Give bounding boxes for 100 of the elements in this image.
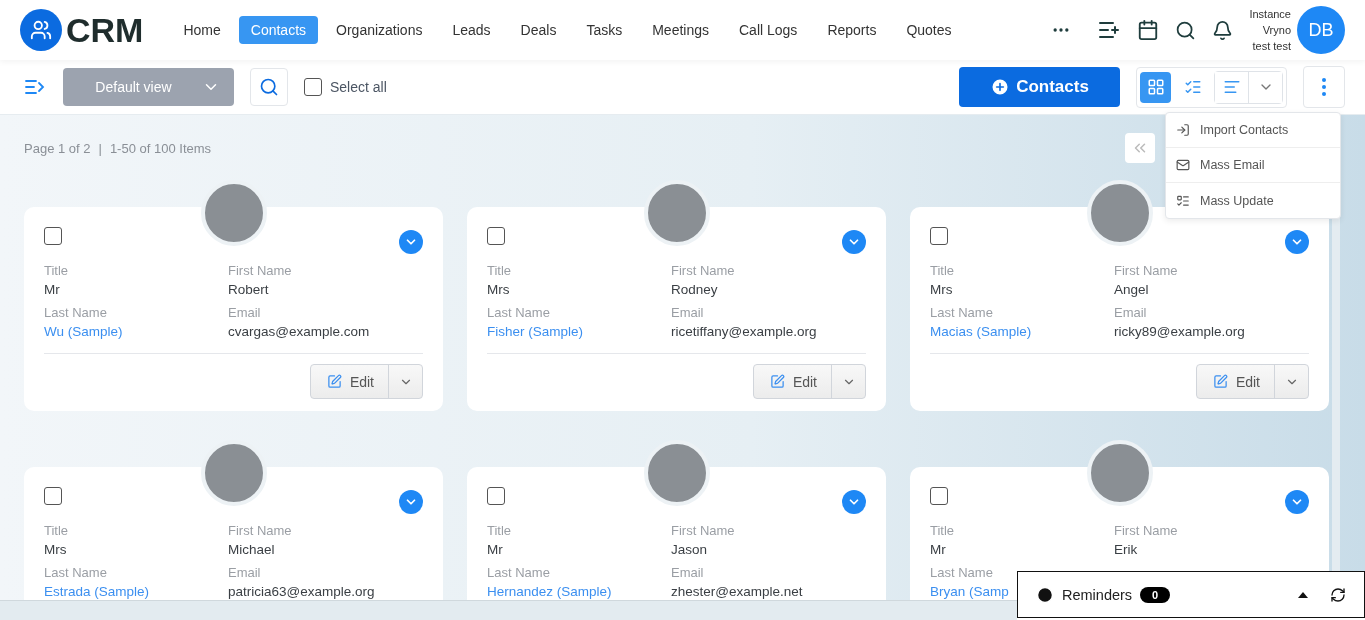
sidebar-toggle-icon[interactable] (24, 78, 46, 96)
menu-item-label: Mass Email (1200, 158, 1265, 172)
edit-icon (326, 374, 342, 389)
nav-tab[interactable]: Quotes (894, 16, 964, 44)
search-icon (259, 77, 279, 97)
more-options-button[interactable] (1303, 66, 1345, 108)
field-label: Email (228, 305, 261, 320)
users-icon (30, 19, 52, 41)
add-contact-button[interactable]: Contacts (959, 67, 1120, 107)
user-avatar[interactable]: DB (1297, 6, 1345, 54)
field-label: Last Name (930, 565, 993, 580)
field-label: First Name (671, 523, 735, 538)
field-link[interactable]: Estrada (Sample) (44, 584, 150, 599)
field-label: Last Name (487, 565, 550, 580)
field-link[interactable]: Hernandez (Sample) (487, 584, 612, 599)
card-checkbox[interactable] (44, 227, 62, 245)
menu-item[interactable]: Mass Email (1166, 148, 1340, 183)
item-range: 1-50 of 100 Items (109, 140, 212, 156)
list-icon (1176, 193, 1190, 208)
card-expand-button[interactable] (1285, 230, 1309, 254)
edit-icon (769, 374, 785, 389)
field-value: Mr (44, 282, 60, 297)
field-value: Mrs (44, 542, 67, 557)
field-label: Last Name (44, 565, 107, 580)
refresh-icon[interactable] (1330, 586, 1346, 603)
reminders-count: 0 (1140, 586, 1171, 603)
caret-up-icon[interactable] (1298, 591, 1308, 598)
nav-tab[interactable]: Meetings (640, 16, 721, 44)
field-label: Title (930, 263, 955, 278)
bell-icon[interactable] (1212, 19, 1234, 41)
card-expand-button[interactable] (842, 490, 866, 514)
field-link[interactable]: Wu (Sample) (44, 324, 123, 339)
menu-item-label: Mass Update (1200, 193, 1274, 208)
page-indicator: Page 1 of 2 (24, 140, 91, 156)
card-expand-button[interactable] (842, 230, 866, 254)
field-label: First Name (228, 523, 292, 538)
card-checkbox[interactable] (930, 227, 948, 245)
field-label: First Name (228, 263, 292, 278)
view-toggle[interactable] (1140, 71, 1171, 103)
separator-text: | (98, 140, 102, 156)
field-label: Email (1114, 305, 1147, 320)
field-label: First Name (1114, 523, 1178, 538)
list-view-icon (1183, 78, 1202, 96)
field-value: patricia63@example.org (228, 584, 375, 599)
field-value: zhester@example.net (671, 584, 803, 599)
field-label: Title (487, 263, 512, 278)
field-label: Title (487, 523, 512, 538)
field-value: Jason (671, 542, 708, 557)
card-checkbox[interactable] (487, 487, 505, 505)
card-checkbox[interactable] (930, 487, 948, 505)
field-label: First Name (1114, 263, 1178, 278)
field-link[interactable]: Macias (Sample) (930, 324, 1032, 339)
card-expand-button[interactable] (399, 230, 423, 254)
field-value: ricky89@example.org (1114, 324, 1245, 339)
field-label: Email (671, 565, 704, 580)
grid-view-icon (1146, 78, 1165, 96)
card-checkbox[interactable] (44, 487, 62, 505)
nav-tab[interactable]: Organizations (324, 16, 435, 44)
field-label: Email (228, 565, 261, 580)
edit-icon (1212, 374, 1228, 389)
user-info-text: Instance (1249, 7, 1291, 22)
field-label: Title (930, 523, 955, 538)
calendar-icon[interactable] (1137, 19, 1160, 41)
import-icon (1176, 123, 1190, 137)
menu-item[interactable]: Mass Update (1166, 183, 1340, 218)
field-value: cvargas@example.com (228, 324, 370, 339)
field-value: Erik (1114, 542, 1138, 557)
field-value: Angel (1114, 282, 1149, 297)
field-label: Last Name (44, 305, 107, 320)
field-label: Title (44, 263, 69, 278)
card-expand-button[interactable] (1285, 490, 1309, 514)
nav-tab[interactable]: Home (171, 16, 233, 44)
brand-name: CRM (66, 10, 144, 50)
select-all-checkbox[interactable] (304, 78, 322, 96)
nav-tab[interactable]: Tasks (574, 16, 635, 44)
lines-icon (1222, 78, 1241, 96)
field-value: ricetiffany@example.org (671, 324, 817, 339)
search-icon[interactable] (1175, 19, 1197, 41)
field-link[interactable]: Fisher (Sample) (487, 324, 584, 339)
card-expand-button[interactable] (399, 490, 423, 514)
nav-tab[interactable]: Call Logs (727, 16, 810, 44)
plus-circle-icon (990, 77, 1011, 97)
field-value: Mr (487, 542, 503, 557)
card-checkbox[interactable] (487, 227, 505, 245)
user-info-text: Vryno (1262, 23, 1291, 38)
user-info-text: test test (1252, 39, 1291, 54)
nav-tab[interactable]: Deals (508, 16, 569, 44)
search-button[interactable] (250, 68, 288, 106)
nav-tab[interactable]: Reports (815, 16, 889, 44)
mail-icon (1176, 158, 1190, 172)
field-value: Mrs (930, 282, 953, 297)
field-value: Robert (228, 282, 269, 297)
reminders-label: Reminders (1062, 586, 1133, 603)
field-link[interactable]: Bryan (Samp (930, 584, 1009, 599)
nav-tab[interactable]: Leads (440, 16, 503, 44)
field-value: Michael (228, 542, 275, 557)
menu-item[interactable]: Import Contacts (1166, 113, 1340, 148)
select-all-label: Select all (330, 79, 387, 95)
field-label: First Name (671, 263, 735, 278)
field-label: Title (44, 523, 69, 538)
